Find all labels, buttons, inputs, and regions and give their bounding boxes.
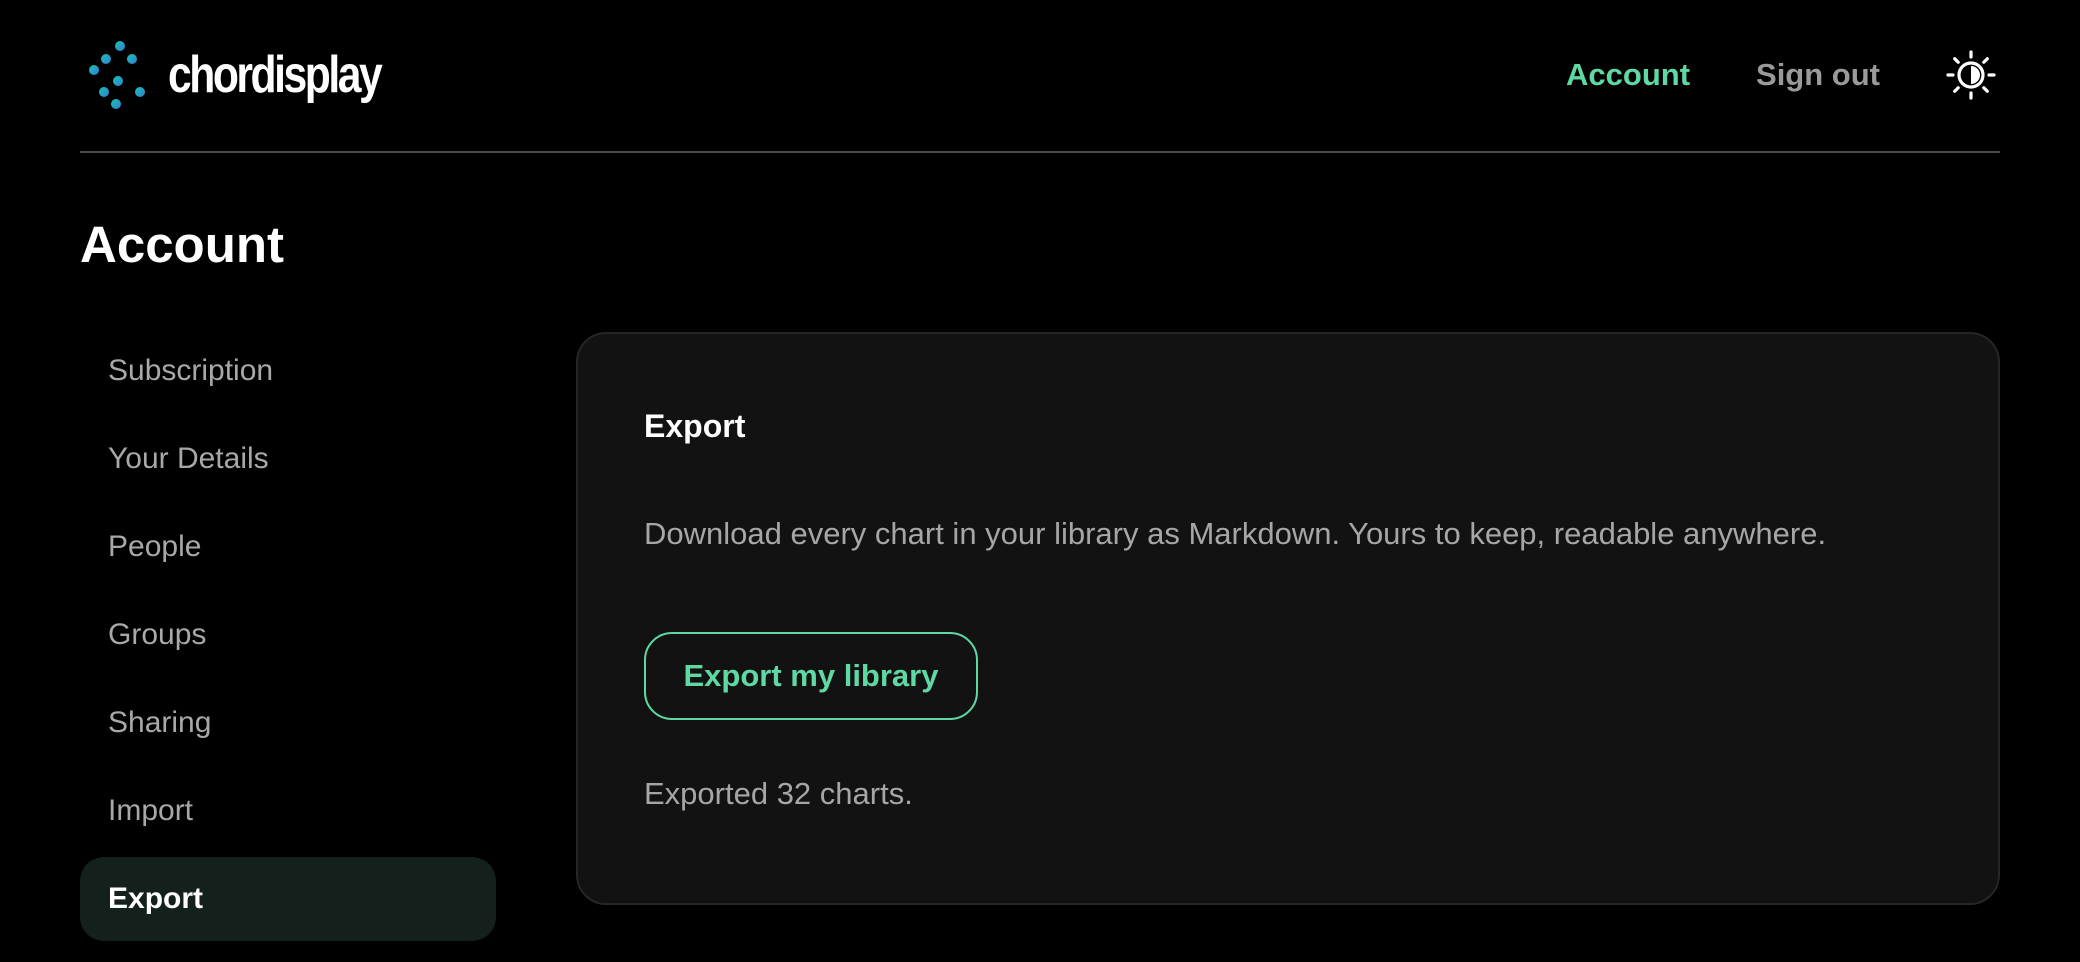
sidebar-item-your-details[interactable]: Your Details [80, 417, 496, 501]
page-title: Account [80, 216, 284, 273]
account-page: chordisplay Account Sign out Account Sub… [0, 0, 2080, 962]
sidebar-item-export[interactable]: Export [80, 857, 496, 941]
export-panel-title: Export [644, 408, 746, 444]
header-nav: Account Sign out [1566, 38, 2000, 112]
export-panel: Export Download every chart in your libr… [576, 332, 2000, 905]
brand-name: chordisplay [168, 46, 383, 104]
account-link[interactable]: Account [1566, 57, 1690, 93]
theme-toggle-button[interactable] [1946, 50, 1996, 100]
sidebar-item-groups[interactable]: Groups [80, 593, 496, 677]
export-status-text: Exported 32 charts. [644, 776, 913, 811]
sign-out-link[interactable]: Sign out [1756, 57, 1880, 93]
equalizer-sliders-logo-icon [81, 41, 157, 109]
top-header: chordisplay Account Sign out [80, 0, 2000, 153]
account-sidebar: Subscription Your Details People Groups … [80, 329, 496, 945]
sidebar-item-sharing[interactable]: Sharing [80, 681, 496, 765]
brand-logo-link[interactable]: chordisplay [80, 40, 427, 110]
export-description: Download every chart in your library as … [644, 516, 1827, 551]
sun-theme-icon [1946, 50, 1996, 100]
sidebar-item-subscription[interactable]: Subscription [80, 329, 496, 413]
sidebar-item-import[interactable]: Import [80, 769, 496, 853]
export-library-button[interactable]: Export my library [644, 632, 978, 720]
sidebar-item-people[interactable]: People [80, 505, 496, 589]
